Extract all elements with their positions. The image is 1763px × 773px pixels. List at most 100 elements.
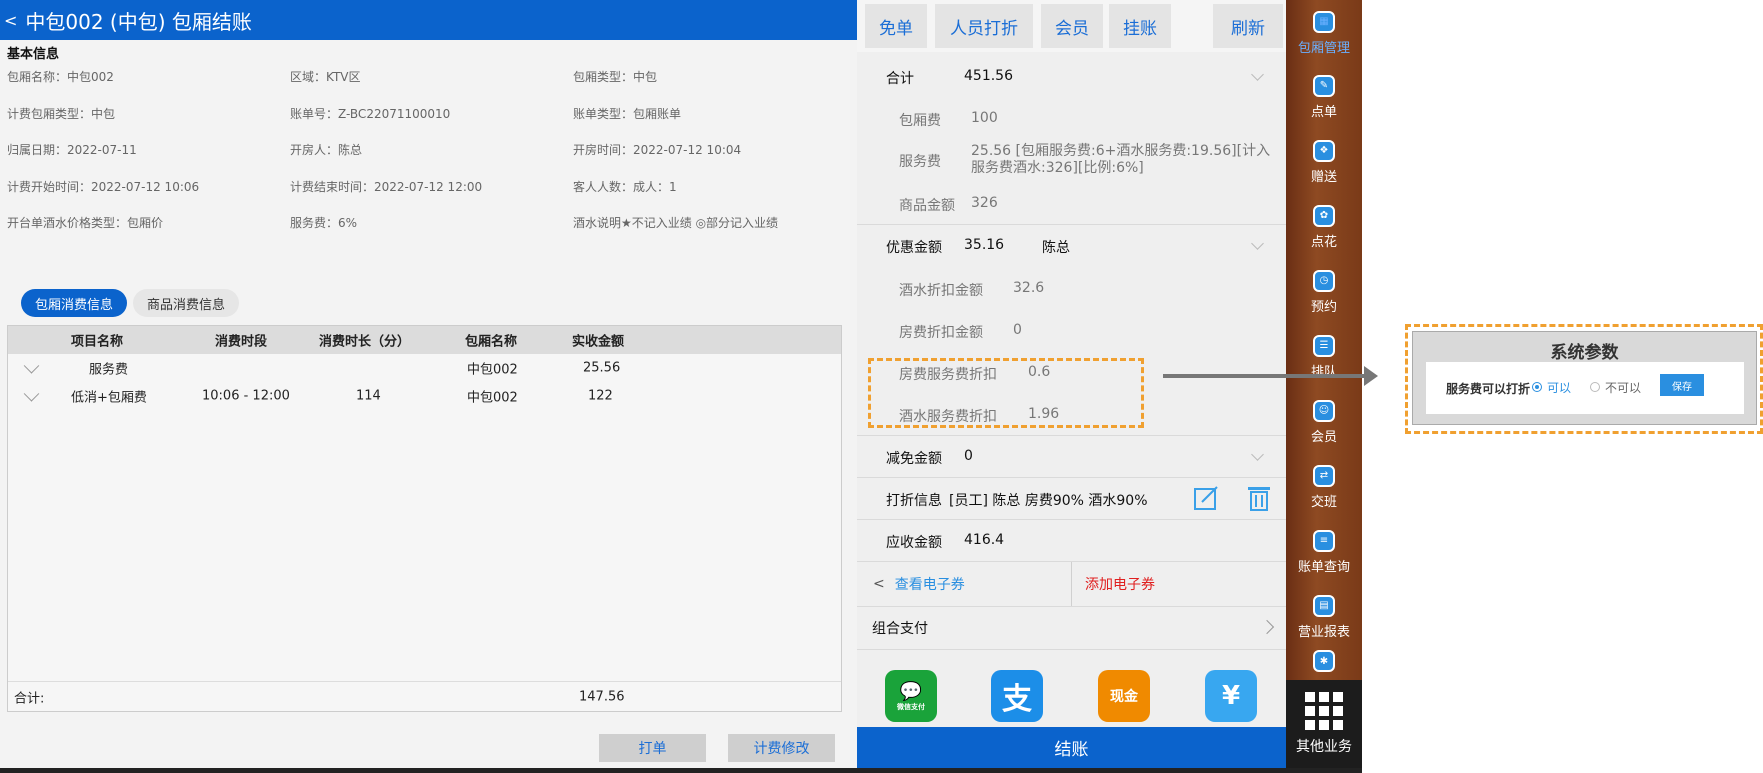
radio-yes[interactable] xyxy=(1532,382,1542,392)
top-toolbar: 免单 人员打折 会员 挂账 刷新 xyxy=(857,0,1286,52)
discount-info-value: [员工] 陈总 房费90% 酒水90% xyxy=(949,493,1148,509)
service-fee-row: 服务费 25.56 [包厢服务费:6+酒水服务费:19.56][计入服务费酒水:… xyxy=(857,143,1286,183)
sidebar-item-other-business[interactable]: 其他业务 xyxy=(1286,680,1362,768)
sidebar-item-reservation[interactable]: ◷ 预约 xyxy=(1286,261,1362,323)
free-bill-button[interactable]: 免单 xyxy=(865,4,927,48)
total-value: 451.56 xyxy=(964,68,1013,84)
member-button[interactable]: 会员 xyxy=(1041,4,1103,48)
trash-icon[interactable] xyxy=(1245,484,1273,512)
modify-billing-button[interactable]: 计费修改 xyxy=(728,734,835,762)
cell-room: 中包002 xyxy=(467,362,518,378)
back-icon[interactable]: < xyxy=(4,11,17,30)
sidebar-item-flower[interactable]: ✿ 点花 xyxy=(1286,196,1362,258)
cell-room: 中包002 xyxy=(467,390,518,406)
room-discount-label: 房费折扣金额 xyxy=(899,325,983,341)
col-amount: 实收金额 xyxy=(572,334,625,350)
clock-icon: ◷ xyxy=(1313,269,1335,292)
sidebar-item-report[interactable]: ▤ 营业报表 xyxy=(1286,586,1362,648)
info-drink-note: 酒水说明★不记入业绩 ◎部分记入业绩 xyxy=(573,216,779,230)
sidebar-item-member[interactable]: ☺ 会员 xyxy=(1286,391,1362,453)
add-coupon-button[interactable]: 添加电子券 xyxy=(1085,562,1155,606)
sidebar-item-label: 点单 xyxy=(1310,104,1337,120)
receivable-label: 应收金额 xyxy=(886,535,942,551)
chevron-down-icon[interactable] xyxy=(1251,237,1264,250)
left-panel: < 中包002 (中包) 包厢结账 基本信息 包厢名称：中包002 区域：KTV… xyxy=(0,0,857,773)
grid-icon: ▦ xyxy=(1313,10,1335,33)
radio-yes-label: 可以 xyxy=(1547,381,1572,395)
sidebar-item-gift[interactable]: ❖ 赠送 xyxy=(1286,131,1362,193)
tab-room-consumption[interactable]: 包厢消费信息 xyxy=(21,289,128,317)
cell-period: 10:06 - 12:00 xyxy=(202,388,290,404)
info-open-time: 开房时间：2022-07-12 10:04 xyxy=(573,143,742,157)
print-button[interactable]: 打单 xyxy=(599,734,706,762)
info-room-name: 包厢名称：中包002 xyxy=(7,70,114,84)
yuan-icon[interactable]: ¥ xyxy=(1205,670,1257,722)
table-header: 项目名称 消费时段 消费时长（分） 包厢名称 实收金额 xyxy=(8,326,841,354)
table-row[interactable]: 低消+包厢费 10:06 - 12:00 114 中包002 122 xyxy=(8,382,841,410)
sidebar-item-partial[interactable]: ✱ xyxy=(1286,648,1362,678)
cell-amount: 25.56 xyxy=(583,360,621,376)
info-room-type: 包厢类型：中包 xyxy=(573,70,658,84)
sidebar-item-label: 点花 xyxy=(1310,234,1337,250)
divider xyxy=(857,519,1286,520)
list-icon: ≡ xyxy=(1313,529,1335,552)
arrow-line xyxy=(1163,374,1365,378)
refresh-button[interactable]: 刷新 xyxy=(1213,4,1283,48)
sidebar-item-label: 营业报表 xyxy=(1297,624,1350,640)
dialog-title: 系统参数 xyxy=(1550,343,1619,363)
consumption-tabs: 包厢消费信息 商品消费信息 xyxy=(21,289,240,317)
chevron-down-icon[interactable] xyxy=(1251,448,1264,461)
table-row[interactable]: 服务费 中包002 25.56 xyxy=(8,354,841,382)
cash-icon[interactable]: 现金 xyxy=(1098,670,1150,722)
room-discount-value: 0 xyxy=(1013,322,1022,338)
wechat-pay-icon[interactable]: 💬 微信支付 xyxy=(885,670,937,722)
info-area: 区域：KTV区 xyxy=(290,70,361,84)
info-start-time: 计费开始时间：2022-07-12 10:06 xyxy=(7,180,200,194)
radio-no[interactable] xyxy=(1590,382,1600,392)
view-coupon-button[interactable]: < 查看电子券 xyxy=(857,562,1071,606)
sidebar-item-room-management[interactable]: ▦ 包厢管理 xyxy=(1286,2,1362,64)
tab-goods-consumption[interactable]: 商品消费信息 xyxy=(133,289,240,317)
combo-pay-button[interactable]: 组合支付 xyxy=(872,607,928,649)
chevron-down-icon[interactable] xyxy=(23,358,40,374)
total-label: 合计: xyxy=(14,691,45,706)
discount-person: 陈总 xyxy=(1042,240,1070,256)
table-footer: 合计: 147.56 xyxy=(8,681,841,711)
cell-item: 服务费 xyxy=(89,362,129,378)
service-fee-value: 25.56 [包厢服务费:6+酒水服务费:19.56][计入服务费酒水:326]… xyxy=(971,143,1271,176)
radio-no-label: 不可以 xyxy=(1605,381,1642,395)
info-bill-no: 账单号：Z-BC22071100010 xyxy=(290,107,451,121)
service-fee-label: 服务费 xyxy=(899,154,941,170)
tool-icon: ✱ xyxy=(1313,650,1335,672)
room-fee-label: 包厢费 xyxy=(899,113,941,129)
chat-bubble-icon: 💬 xyxy=(899,680,923,702)
chevron-down-icon[interactable] xyxy=(1251,68,1264,81)
chevron-right-icon[interactable] xyxy=(1259,619,1275,635)
col-period: 消费时段 xyxy=(215,334,268,350)
apps-grid-icon xyxy=(1305,692,1343,730)
info-bill-type: 账单类型：包厢账单 xyxy=(573,107,682,121)
consumption-table: 项目名称 消费时段 消费时长（分） 包厢名称 实收金额 服务费 中包002 25… xyxy=(7,325,842,712)
bottom-bar xyxy=(0,768,1362,773)
alipay-icon[interactable]: 支 xyxy=(991,670,1043,722)
edit-icon[interactable] xyxy=(1192,484,1220,512)
sidebar-item-shift[interactable]: ⇄ 交班 xyxy=(1286,456,1362,518)
order-icon: ✎ xyxy=(1313,74,1335,97)
chevron-down-icon[interactable] xyxy=(23,386,40,402)
sidebar-item-bill-query[interactable]: ≡ 账单查询 xyxy=(1286,521,1362,583)
info-price-type: 开台单酒水价格类型：包厢价 xyxy=(7,216,164,230)
sidebar-item-queue[interactable]: ☰ 排队 xyxy=(1286,326,1362,388)
checkout-button[interactable]: 结账 xyxy=(857,727,1286,768)
goods-amount-label: 商品金额 xyxy=(899,198,955,214)
save-button[interactable]: 保存 xyxy=(1660,374,1704,396)
drink-discount-value: 32.6 xyxy=(1013,280,1045,296)
on-account-button[interactable]: 挂账 xyxy=(1109,4,1171,48)
basic-info-title: 基本信息 xyxy=(7,47,60,62)
sidebar-item-order[interactable]: ✎ 点单 xyxy=(1286,66,1362,128)
col-room: 包厢名称 xyxy=(465,334,518,350)
total-label: 合计 xyxy=(886,71,914,87)
sidebar-item-label: 账单查询 xyxy=(1297,559,1350,575)
highlight-box xyxy=(868,358,1144,428)
staff-discount-button[interactable]: 人员打折 xyxy=(935,4,1033,48)
receivable-value: 416.4 xyxy=(964,532,1005,548)
